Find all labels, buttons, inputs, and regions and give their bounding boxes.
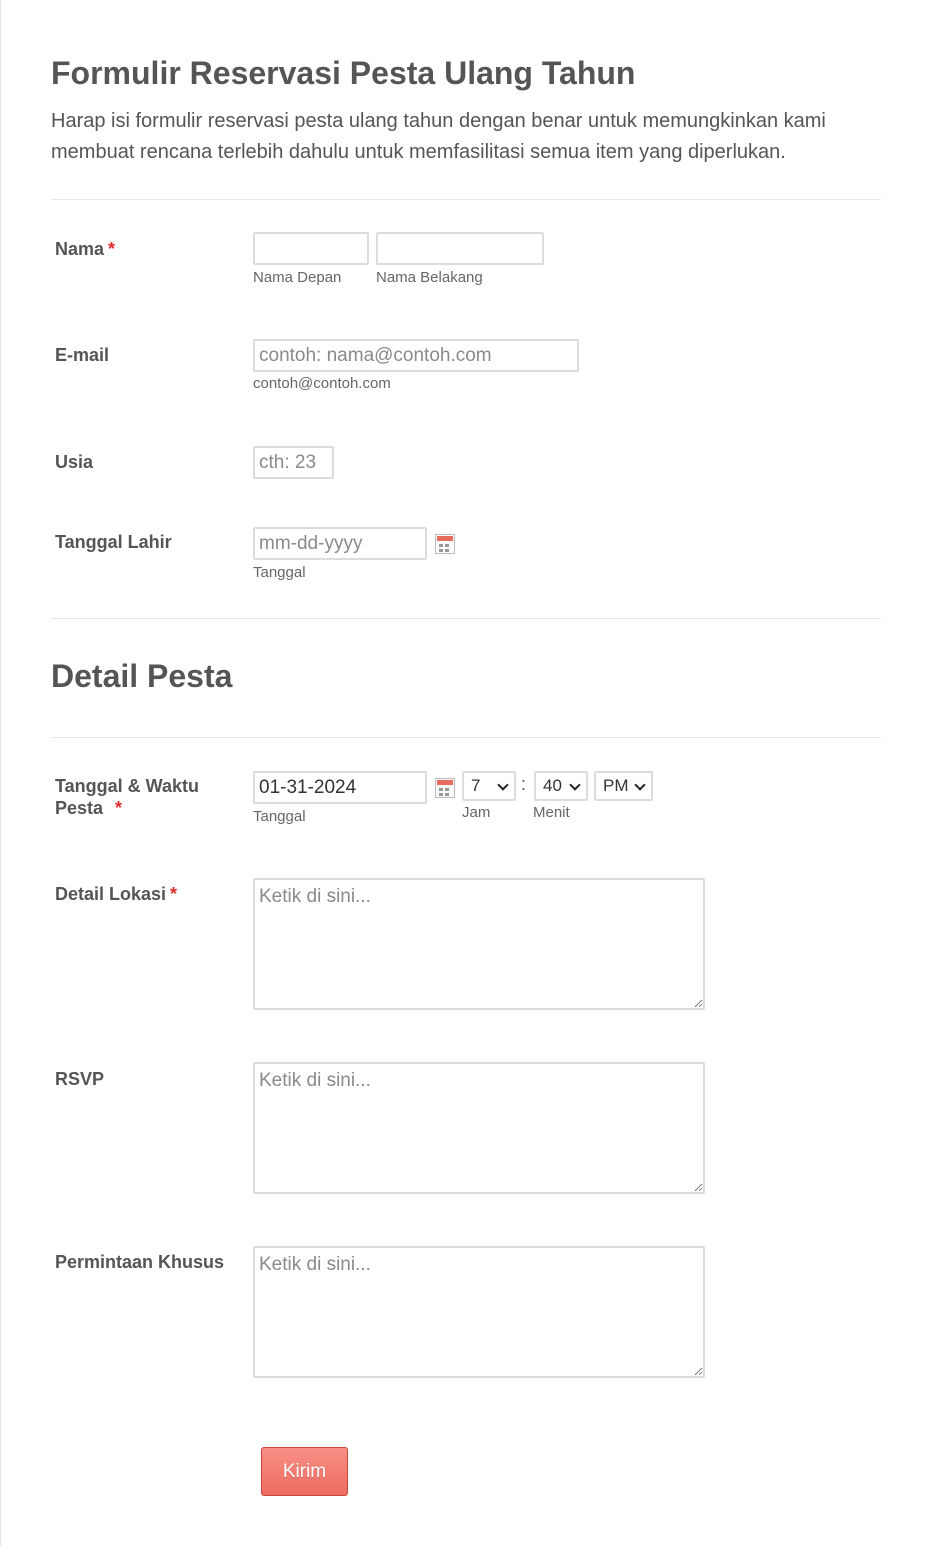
- party-date-sublabel: Tanggal: [253, 808, 306, 825]
- minute-sublabel: Menit: [533, 804, 570, 821]
- special-request-label: Permintaan Khusus: [55, 1252, 225, 1272]
- email-input[interactable]: [253, 339, 579, 372]
- form-description: Harap isi formulir reservasi pesta ulang…: [51, 110, 826, 163]
- party-date-input[interactable]: [253, 771, 427, 804]
- section-title: Detail Pesta: [51, 658, 233, 694]
- chevron-down-icon: [569, 779, 581, 791]
- time-separator: :: [521, 774, 527, 794]
- minute-value: 40: [543, 776, 562, 795]
- location-textarea[interactable]: [253, 878, 705, 1010]
- location-label: Detail Lokasi *: [55, 883, 235, 905]
- first-name-sublabel: Nama Depan: [253, 269, 342, 286]
- chevron-down-icon: [497, 779, 509, 791]
- party-datetime-label-line2: Pesta: [55, 798, 104, 818]
- special-request-textarea[interactable]: [253, 1246, 705, 1378]
- ampm-select[interactable]: PM: [594, 771, 653, 801]
- submit-button[interactable]: Kirim: [261, 1447, 348, 1496]
- name-label: Nama *: [55, 238, 235, 260]
- name-label-text: Nama: [55, 239, 105, 259]
- divider: [51, 737, 881, 738]
- last-name-input[interactable]: [376, 232, 544, 265]
- email-label: E-mail: [55, 345, 110, 365]
- party-datetime-label: Tanggal & Waktu Pesta *: [55, 775, 235, 819]
- birthdate-sublabel: Tanggal: [253, 564, 306, 581]
- birthdate-input[interactable]: [253, 527, 427, 560]
- minute-select[interactable]: 40: [534, 771, 588, 801]
- rsvp-textarea[interactable]: [253, 1062, 705, 1194]
- age-input[interactable]: [253, 446, 334, 479]
- calendar-icon[interactable]: [435, 534, 455, 554]
- calendar-icon[interactable]: [435, 778, 455, 798]
- hour-sublabel: Jam: [462, 804, 491, 821]
- form-title: Formulir Reservasi Pesta Ulang Tahun: [51, 55, 636, 91]
- rsvp-label: RSVP: [55, 1069, 105, 1089]
- last-name-sublabel: Nama Belakang: [376, 269, 483, 286]
- hour-value: 7: [471, 776, 481, 795]
- chevron-down-icon: [634, 779, 646, 791]
- divider: [51, 199, 881, 200]
- required-mark: *: [170, 884, 178, 904]
- required-mark: *: [108, 239, 116, 259]
- location-label-text: Detail Lokasi: [55, 884, 167, 904]
- ampm-value: PM: [603, 776, 629, 795]
- email-sublabel: contoh@contoh.com: [253, 375, 391, 392]
- required-mark: *: [115, 798, 123, 818]
- divider: [51, 618, 881, 619]
- party-datetime-label-line1: Tanggal & Waktu: [55, 776, 199, 796]
- birthdate-label: Tanggal Lahir: [55, 532, 172, 552]
- age-label: Usia: [55, 452, 94, 472]
- hour-select[interactable]: 7: [462, 771, 516, 801]
- first-name-input[interactable]: [253, 232, 369, 265]
